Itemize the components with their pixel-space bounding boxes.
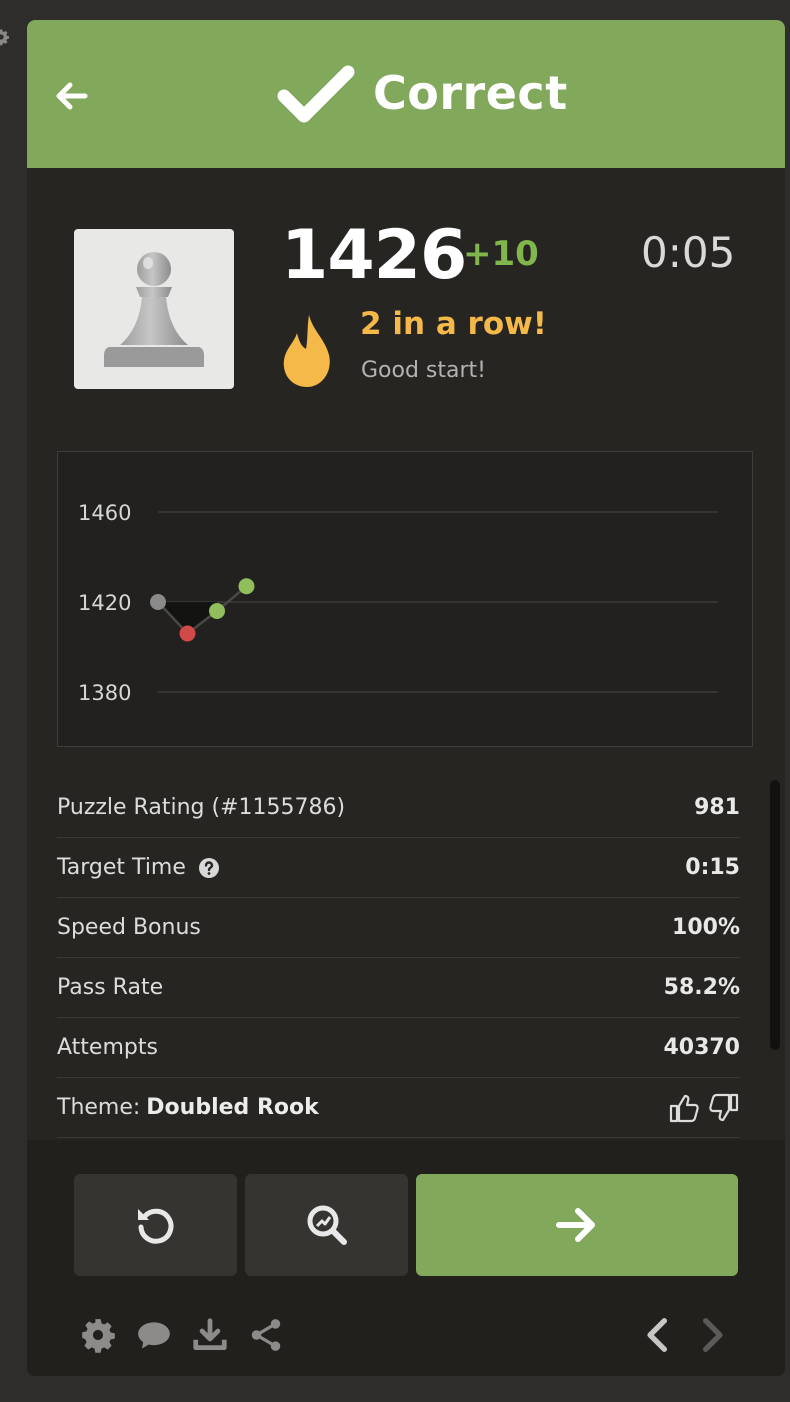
stat-label: Speed Bonus <box>57 915 201 940</box>
theme-name[interactable]: Doubled Rook <box>146 1095 318 1120</box>
result-banner: Correct <box>27 20 785 168</box>
solve-timer: 0:05 <box>641 228 736 277</box>
analyze-button[interactable] <box>245 1174 408 1276</box>
chart-point[interactable] <box>150 594 166 610</box>
streak-subtitle: Good start! <box>361 358 486 383</box>
stat-row-puzzle-rating: Puzzle Rating (#1155786) 981 <box>57 778 740 838</box>
stat-value: 58.2% <box>663 975 740 1000</box>
chart-point[interactable] <box>238 578 255 595</box>
streak-title: 2 in a row! <box>360 306 547 342</box>
chat-bubble-icon[interactable] <box>135 1316 173 1354</box>
player-rating: 1426 <box>281 216 467 295</box>
stat-value: 100% <box>672 915 740 940</box>
theme-vote <box>668 1093 740 1123</box>
stat-label: Pass Rate <box>57 975 164 1000</box>
theme-label-wrap: Theme: Doubled Rook <box>57 1095 319 1120</box>
puzzle-stats: Puzzle Rating (#1155786) 981 Target Time… <box>57 778 740 1138</box>
gear-icon[interactable] <box>79 1316 117 1354</box>
analysis-magnifier-icon <box>307 1205 347 1245</box>
stat-row-theme: Theme: Doubled Rook <box>57 1078 740 1138</box>
gear-icon-edge <box>0 29 9 46</box>
thumbs-up-icon[interactable] <box>668 1093 700 1123</box>
chart-point[interactable] <box>179 625 196 642</box>
checkmark-icon <box>277 65 355 123</box>
stat-row-pass-rate: Pass Rate 58.2% <box>57 958 740 1018</box>
share-icon[interactable] <box>247 1316 285 1354</box>
rating-chart-svg: 1460 1420 1380 <box>78 501 718 705</box>
stat-label: Puzzle Rating (#1155786) <box>57 795 346 820</box>
pawn-icon <box>104 252 204 367</box>
rating-delta: +10 <box>463 234 539 274</box>
chevron-right-icon[interactable] <box>693 1316 731 1354</box>
flame-icon <box>283 315 330 387</box>
stat-row-target-time: Target Time 0:15 <box>57 838 740 898</box>
chart-point[interactable] <box>209 603 225 619</box>
stats-scrollbar[interactable] <box>770 780 780 1050</box>
download-icon[interactable] <box>191 1316 229 1354</box>
stat-row-speed-bonus: Speed Bonus 100% <box>57 898 740 958</box>
chart-y-tick-label: 1420 <box>78 591 131 615</box>
arrow-right-icon <box>556 1208 595 1242</box>
chart-y-tick-label: 1460 <box>78 501 131 525</box>
banner-title: Correct <box>373 66 568 120</box>
stat-row-attempts: Attempts 40370 <box>57 1018 740 1078</box>
retry-icon <box>137 1208 173 1244</box>
arrow-left-icon[interactable] <box>51 78 91 114</box>
pawn-avatar <box>74 229 234 389</box>
chevron-left-icon[interactable] <box>639 1316 677 1354</box>
chart-y-tick-label: 1380 <box>78 681 131 705</box>
stat-label-wrap: Target Time <box>57 855 220 880</box>
next-puzzle-button[interactable] <box>416 1174 738 1276</box>
stat-value: 40370 <box>663 1035 740 1060</box>
action-footer <box>27 1140 785 1376</box>
stat-value: 0:15 <box>685 855 740 880</box>
stat-value: 981 <box>694 795 740 820</box>
stat-label: Attempts <box>57 1035 158 1060</box>
stat-label: Target Time <box>57 855 186 880</box>
rating-chart: 1460 1420 1380 <box>57 451 753 747</box>
theme-label: Theme: <box>57 1095 141 1120</box>
thumbs-down-icon[interactable] <box>708 1093 740 1123</box>
question-circle-icon[interactable] <box>198 857 220 879</box>
retry-button[interactable] <box>74 1174 237 1276</box>
puzzle-result-panel: Correct 1426 +10 0:05 2 in a row! Good s… <box>27 20 785 1376</box>
